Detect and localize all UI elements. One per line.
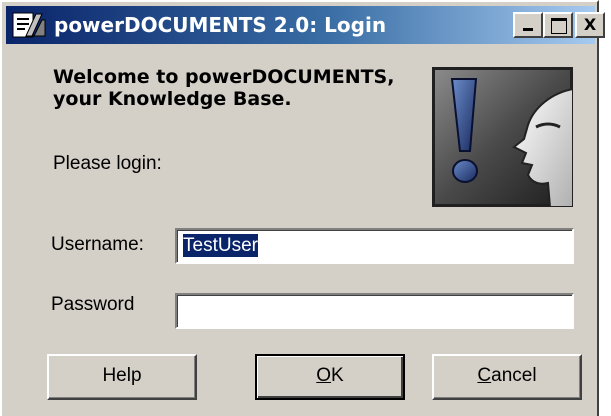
welcome-line-2: your Knowledge Base.	[53, 88, 292, 110]
help-button-label: Help	[102, 365, 142, 386]
ok-button[interactable]: OK	[255, 354, 405, 400]
close-icon: X	[583, 15, 597, 34]
password-label: Password	[51, 294, 135, 315]
close-button[interactable]: X	[575, 12, 605, 38]
exclamation-face-logo-icon	[432, 67, 573, 207]
welcome-message: Welcome to powerDOCUMENTS, your Knowledg…	[53, 66, 394, 110]
password-field[interactable]	[175, 293, 574, 329]
window-title: powerDOCUMENTS 2.0: Login	[54, 13, 387, 37]
login-dialog: powerDOCUMENTS 2.0: Login X Welcome to p…	[0, 0, 605, 416]
ok-button-label: OK	[316, 365, 344, 386]
cancel-button[interactable]: Cancel	[432, 354, 582, 400]
please-login-text: Please login:	[53, 153, 162, 174]
username-value: TestUser	[183, 234, 258, 257]
cancel-button-label: Cancel	[477, 365, 537, 386]
minimize-button[interactable]	[513, 12, 543, 38]
username-field[interactable]: TestUser	[175, 228, 574, 264]
title-bar[interactable]: powerDOCUMENTS 2.0: Login X	[6, 6, 605, 44]
help-button[interactable]: Help	[47, 354, 197, 400]
maximize-icon	[551, 18, 567, 34]
maximize-button[interactable]	[543, 12, 573, 38]
minimize-icon	[523, 28, 533, 31]
app-icon	[12, 12, 46, 38]
username-label: Username:	[51, 234, 144, 255]
welcome-line-1: Welcome to powerDOCUMENTS,	[53, 66, 395, 88]
